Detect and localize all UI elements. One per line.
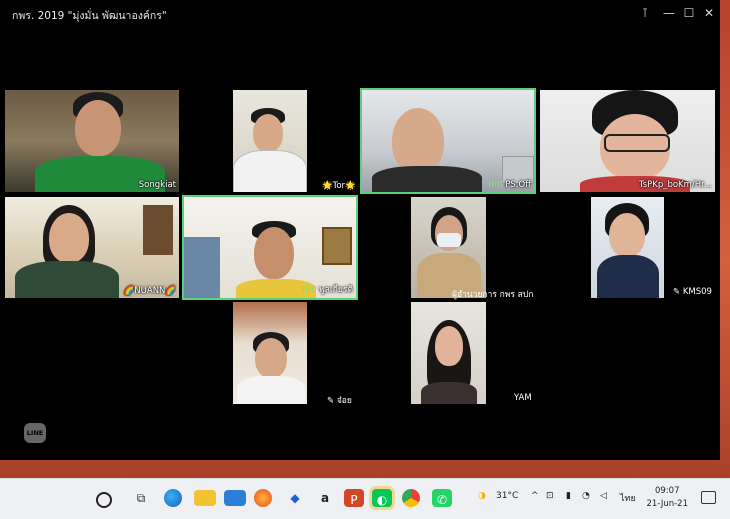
participant-name-director: ผู้อำนวยการ กพร สปก xyxy=(452,290,534,300)
network-icon[interactable]: ◔ xyxy=(582,491,590,501)
participant-name: TsPKp_boKm/Hr... xyxy=(638,180,712,190)
minimize-icon[interactable]: — xyxy=(660,4,678,22)
taskbar: ⧉ ◆ a P ◐ ✆ ◑ 31°C ^ ⊡ ▮ ◔ ◁ ไทย 09:07 2… xyxy=(0,478,730,519)
video-tile-director[interactable] xyxy=(411,197,486,298)
maximize-icon[interactable]: ☐ xyxy=(680,4,698,22)
close-icon[interactable]: ✕ xyxy=(700,4,718,22)
participant-name: PS.Off xyxy=(489,180,531,190)
edge-browser-icon[interactable] xyxy=(164,489,182,507)
search-circle-icon[interactable] xyxy=(96,492,112,508)
chrome-icon[interactable] xyxy=(402,489,420,507)
line-app-icon[interactable]: ◐ xyxy=(372,489,392,507)
video-tile-songkiat[interactable]: Songkiat xyxy=(5,90,179,192)
weather-sun-icon[interactable]: ◑ xyxy=(478,491,486,501)
microphone-icon[interactable]: ▮ xyxy=(566,491,571,501)
face xyxy=(392,108,444,174)
audio-level-icon xyxy=(303,286,318,292)
window-title: กพร. 2019 "มุ่งมั่น พัฒนาองค์กร" xyxy=(12,10,167,22)
video-tile-kms09[interactable] xyxy=(591,197,664,298)
video-tile-nuann[interactable]: 🌈NUANN🌈 xyxy=(5,197,179,298)
file-explorer-icon[interactable] xyxy=(194,490,216,506)
firefox-icon[interactable] xyxy=(254,489,272,507)
wall-frame xyxy=(322,227,352,265)
participant-name-kms09: ✎ KMS09 xyxy=(673,287,712,297)
video-tile-tor[interactable] xyxy=(233,90,307,192)
face xyxy=(49,213,89,263)
mail-icon[interactable] xyxy=(224,490,246,506)
face xyxy=(253,114,283,152)
task-view-icon[interactable]: ⧉ xyxy=(130,487,152,509)
participant-name: พูลเกียรติ xyxy=(303,282,353,296)
video-tile-yam[interactable] xyxy=(411,302,486,404)
participant-name-tor: 🌟Tor🌟 xyxy=(322,181,356,191)
participant-name: Songkiat xyxy=(138,180,176,190)
navy-shirt xyxy=(597,255,659,298)
input-language[interactable]: ไทย xyxy=(620,491,636,505)
video-tile-ps-off[interactable]: PS.Off xyxy=(362,90,534,192)
volume-icon[interactable]: ◁ xyxy=(600,491,607,501)
dark-top xyxy=(421,382,477,404)
audio-level-icon xyxy=(489,181,504,187)
clock-time: 09:07 xyxy=(654,486,680,496)
white-shirt xyxy=(237,376,305,404)
clock-date: 21-Jun-21 xyxy=(646,499,688,509)
notification-center-icon[interactable] xyxy=(701,491,716,504)
participant-name-joy: ✎ จ๋อย xyxy=(327,396,352,406)
face xyxy=(609,213,645,257)
mic-muted-icon: ✎ xyxy=(327,396,337,406)
phone-app-icon[interactable]: ✆ xyxy=(432,489,452,507)
face xyxy=(255,338,287,378)
line-logo: LINE xyxy=(24,423,46,443)
tray-overflow-icon[interactable]: ^ xyxy=(531,491,539,501)
dark-green-shirt xyxy=(15,261,119,298)
face xyxy=(254,227,294,279)
face-mask xyxy=(437,233,461,247)
glasses xyxy=(604,134,670,152)
pin-icon[interactable]: ⊺ xyxy=(636,4,654,22)
powerpoint-icon[interactable]: P xyxy=(344,489,364,507)
door xyxy=(143,205,173,255)
weather-temperature[interactable]: 31°C xyxy=(496,491,518,501)
face xyxy=(435,326,463,366)
mic-muted-icon: ✎ xyxy=(673,287,683,297)
dark-shirt xyxy=(372,166,482,192)
amazon-icon[interactable]: a xyxy=(314,487,336,509)
participant-name-yam: YAM xyxy=(514,393,532,403)
white-shirt xyxy=(233,150,307,192)
face xyxy=(75,100,121,156)
meet-now-icon[interactable]: ⊡ xyxy=(546,491,554,501)
meeting-window: กพร. 2019 "มุ่งมั่น พัฒนาองค์กร" ⊺ — ☐ ✕… xyxy=(0,0,720,460)
dropbox-icon[interactable]: ◆ xyxy=(284,487,306,509)
video-tile-tspkp[interactable]: TsPKp_boKm/Hr... xyxy=(540,90,715,192)
participant-name: 🌈NUANN🌈 xyxy=(123,286,176,296)
video-tile-poonkiat[interactable]: พูลเกียรติ xyxy=(184,197,356,298)
bookshelf xyxy=(184,237,220,298)
clock[interactable]: 09:07 21-Jun-21 xyxy=(646,485,688,511)
title-bar: กพร. 2019 "มุ่งมั่น พัฒนาองค์กร" ⊺ — ☐ ✕ xyxy=(0,0,720,28)
video-tile-joy[interactable] xyxy=(233,302,307,404)
